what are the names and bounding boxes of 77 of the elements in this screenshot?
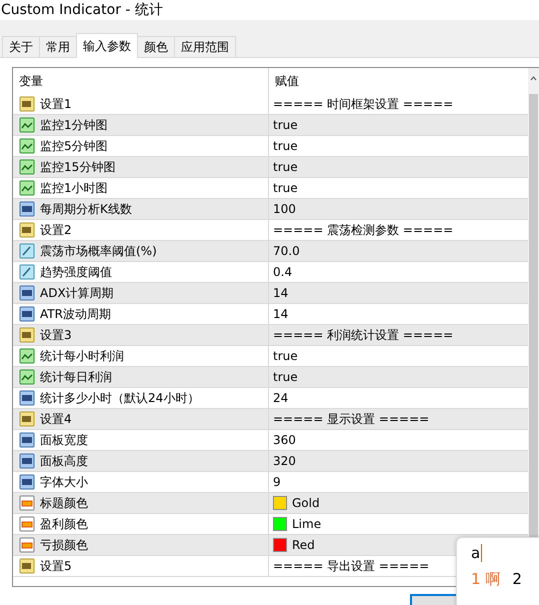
parameter-value[interactable]: 320: [273, 454, 296, 468]
parameter-value[interactable]: 100: [273, 202, 296, 216]
parameter-value[interactable]: 14: [273, 307, 288, 321]
chart-parameter-icon: [19, 348, 35, 364]
parameter-value[interactable]: ===== 显示设置 =====: [273, 410, 430, 428]
parameter-value[interactable]: ===== 时间框架设置 =====: [273, 96, 454, 112]
tab[interactable]: 输入参数: [76, 33, 138, 58]
parameter-value[interactable]: 70.0: [273, 244, 300, 258]
parameter-name: 设置3: [40, 326, 72, 344]
number-parameter-icon: [19, 306, 35, 322]
parameter-name: 盈利颜色: [40, 516, 88, 532]
chart-parameter-icon: [19, 138, 35, 154]
parameter-value[interactable]: true: [273, 160, 298, 174]
parameter-name: 每周期分析K线数: [40, 200, 132, 218]
parameter-name: 统计每小时利润: [40, 348, 124, 364]
parameter-name: 设置5: [40, 558, 72, 574]
parameter-name: 亏损颜色: [40, 536, 88, 554]
text-parameter-icon: [19, 327, 35, 343]
ime-candidate[interactable]: 2: [512, 570, 522, 589]
parameter-value[interactable]: true: [273, 118, 298, 132]
parameter-name: 标题颜色: [40, 494, 88, 512]
number-parameter-icon: [19, 390, 35, 406]
chart-parameter-icon: [19, 369, 35, 385]
ime-input-text: a: [471, 544, 482, 562]
text-parameter-icon: [19, 558, 35, 574]
parameter-value[interactable]: 24: [273, 391, 288, 405]
tab[interactable]: 应用范围: [174, 36, 236, 57]
column-header[interactable]: 赋值: [275, 72, 299, 90]
number-parameter-icon: [19, 432, 35, 448]
text-parameter-icon: [19, 96, 35, 112]
window-title: Custom Indicator - 统计: [1, 1, 163, 19]
parameter-name: 震荡市场概率阈值(%): [40, 242, 157, 260]
parameter-value[interactable]: 360: [273, 433, 296, 447]
parameter-value[interactable]: true: [273, 139, 298, 153]
chart-parameter-icon: [19, 159, 35, 175]
parameter-name: 设置2: [40, 222, 72, 238]
parameter-name: 监控5分钟图: [40, 138, 108, 154]
color-parameter-icon: [19, 495, 35, 511]
text-parameter-icon: [19, 411, 35, 427]
parameter-value[interactable]: ===== 震荡检测参数 =====: [273, 222, 454, 238]
parameter-value[interactable]: true: [273, 370, 298, 384]
parameter-name: 监控1分钟图: [40, 116, 108, 134]
parameter-value[interactable]: 14: [273, 286, 288, 300]
parameter-name: 监控1小时图: [40, 180, 108, 196]
chart-parameter-icon: [19, 117, 35, 133]
parameter-name: 统计多少小时（默认24小时）: [40, 390, 200, 406]
column-header[interactable]: 变量: [19, 72, 43, 90]
number-parameter-icon: [19, 285, 35, 301]
parameter-value[interactable]: true: [273, 349, 298, 363]
number-parameter-icon: [19, 201, 35, 217]
parameter-value[interactable]: 9: [273, 475, 281, 489]
number-parameter-icon: [19, 453, 35, 469]
text-parameter-icon: [19, 222, 35, 238]
parameter-value[interactable]: ===== 导出设置 =====: [273, 558, 430, 574]
color-parameter-icon: [19, 537, 35, 553]
tab[interactable]: 关于: [2, 36, 40, 57]
parameter-value[interactable]: Gold: [292, 496, 320, 510]
chart-parameter-icon: [19, 180, 35, 196]
parameter-name: ATR波动周期: [40, 306, 111, 322]
parameter-name: 设置4: [40, 410, 72, 428]
parameter-name: 统计每日利润: [40, 368, 112, 386]
number-parameter-icon: [19, 474, 35, 490]
parameter-name: 字体大小: [40, 474, 88, 490]
parameter-name: 面板宽度: [40, 432, 88, 448]
parameter-value[interactable]: Lime: [292, 517, 322, 531]
parameter-name: ADX计算周期: [40, 284, 114, 302]
parameter-name: 趋势强度阈值: [40, 264, 112, 280]
parameter-name: 监控15分钟图: [40, 158, 116, 176]
parameter-value[interactable]: 0.4: [273, 265, 292, 279]
fraction-parameter-icon: [19, 264, 35, 280]
parameter-value[interactable]: true: [273, 181, 298, 195]
parameter-name: 面板高度: [40, 452, 88, 470]
color-parameter-icon: [19, 516, 35, 532]
parameter-value[interactable]: ===== 利润统计设置 =====: [273, 326, 454, 344]
parameter-name: 设置1: [40, 96, 72, 112]
fraction-parameter-icon: [19, 243, 35, 259]
parameter-value[interactable]: Red: [292, 538, 315, 552]
